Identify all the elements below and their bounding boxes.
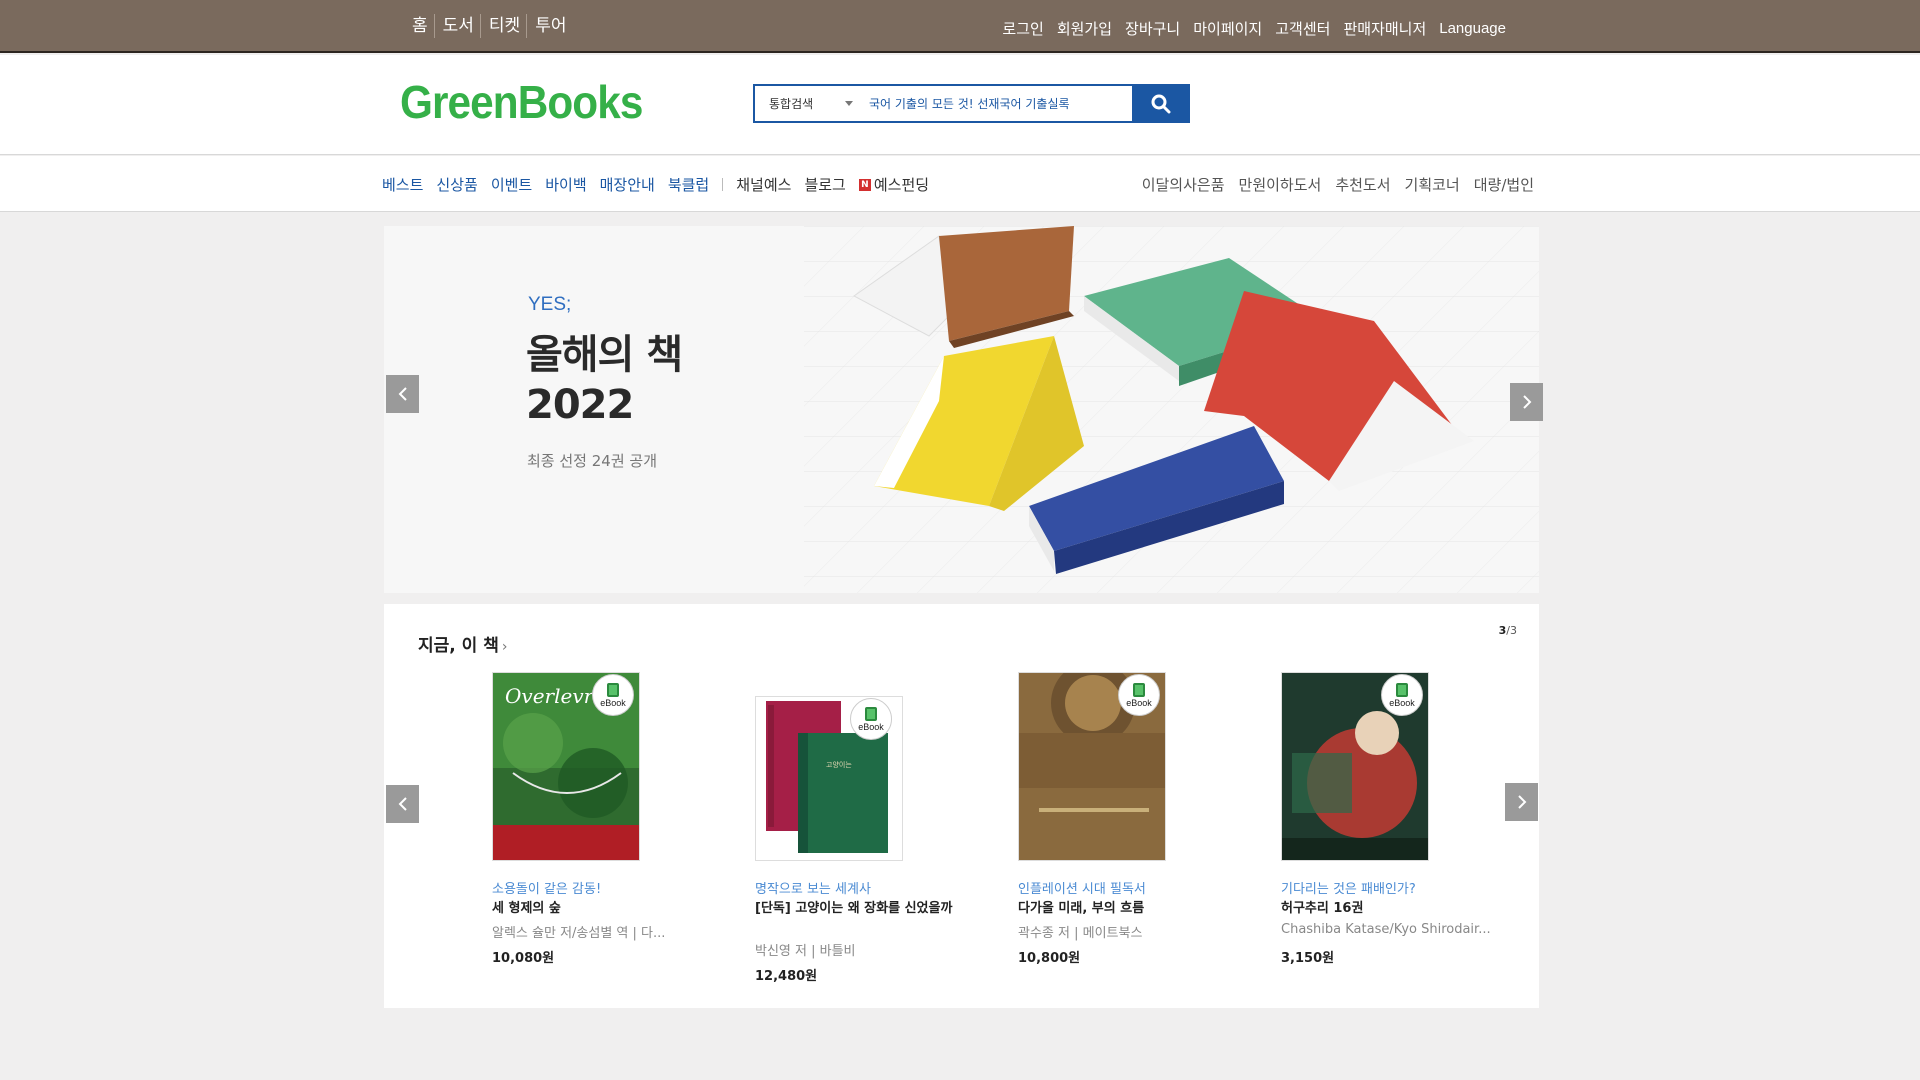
- svg-text:고양이는: 고양이는: [826, 760, 852, 769]
- chevron-right-icon: ›: [501, 639, 508, 655]
- ebook-badge: eBook: [1118, 674, 1160, 716]
- hero-banner[interactable]: YES; 올해의 책 2022 최종 선정 24권 공개: [384, 226, 1539, 593]
- ebook-icon: [865, 706, 877, 721]
- nav-store-info[interactable]: 매장안내: [600, 174, 655, 195]
- signup-link[interactable]: 회원가입: [1057, 19, 1112, 39]
- nav-yes-funding-label: 예스펀딩: [873, 176, 930, 194]
- svg-text:Overlevr: Overlevr: [505, 684, 595, 708]
- section-title[interactable]: 지금, 이 책 ›: [418, 631, 507, 656]
- language-link[interactable]: Language: [1439, 19, 1506, 39]
- seller-manager-link[interactable]: 판매자매니저: [1343, 19, 1426, 39]
- nav-primary: 베스트 신상품 이벤트 바이백 매장안내 북클럽 채널예스 블로그 N 예스펀딩: [382, 174, 929, 195]
- nav-recommended[interactable]: 추천도서: [1335, 174, 1390, 195]
- nav-under-10000[interactable]: 만원이하도서: [1239, 174, 1322, 195]
- nav-new[interactable]: 신상품: [436, 174, 477, 195]
- book-price: 10,080원: [492, 951, 555, 966]
- chevron-left-icon: [398, 387, 407, 401]
- header: GreenBooks 통합검색: [0, 55, 1920, 155]
- banner-next-button[interactable]: [1510, 383, 1543, 421]
- customer-center-link[interactable]: 고객센터: [1275, 19, 1330, 39]
- funding-icon: N: [858, 178, 871, 191]
- book-tagline[interactable]: 소용돌이 같은 감동!: [492, 878, 601, 897]
- nav-yes-funding[interactable]: N 예스펀딩: [858, 174, 930, 195]
- top-utility-bar: 홈 도서 티켓 투어 로그인 회원가입 장바구니 마이페이지 고객센터 판매자매…: [0, 0, 1920, 53]
- banner-title-line2: 2022: [526, 382, 634, 428]
- ebook-icon: [1396, 682, 1408, 697]
- book-tagline[interactable]: 명작으로 보는 세계사: [755, 878, 871, 897]
- banner-prev-button[interactable]: [386, 375, 419, 413]
- ebook-badge: eBook: [1381, 674, 1423, 716]
- books-prev-button[interactable]: [386, 785, 419, 823]
- nav-secondary: 이달의사은품 만원이하도서 추천도서 기획코너 대량/법인: [1142, 174, 1534, 195]
- mypage-link[interactable]: 마이페이지: [1193, 19, 1262, 39]
- banner-title: 올해의 책 2022: [526, 330, 683, 430]
- pager-total: 3: [1510, 624, 1517, 637]
- ebook-icon: [607, 682, 619, 697]
- book-title[interactable]: [단독] 고양이는 왜 장화를 신었을까: [755, 900, 960, 918]
- service-links: 홈 도서 티켓 투어: [412, 14, 572, 38]
- pager-current: 3: [1498, 624, 1507, 637]
- book-author: 알렉스 슐만 저/송섬별 역 | 다...: [492, 926, 666, 941]
- nav-bookclub[interactable]: 북클럽: [668, 174, 709, 195]
- search-button[interactable]: [1132, 84, 1190, 123]
- book-title[interactable]: 허구추리 16권: [1281, 900, 1486, 918]
- banner-brand: YES;: [528, 294, 572, 315]
- search-bar: 통합검색: [753, 84, 1190, 123]
- search-category-label: 통합검색: [769, 97, 814, 111]
- nav-bulk-corporate[interactable]: 대량/법인: [1474, 174, 1534, 195]
- nav-special-corner[interactable]: 기획코너: [1405, 174, 1460, 195]
- ebook-badge: eBook: [592, 674, 634, 716]
- chevron-right-icon: [1517, 795, 1526, 809]
- login-link[interactable]: 로그인: [1002, 19, 1043, 39]
- chevron-right-icon: [1522, 395, 1531, 409]
- ebook-badge: eBook: [850, 698, 892, 740]
- ebook-icon: [1133, 682, 1145, 697]
- service-link-tour[interactable]: 투어: [535, 14, 572, 38]
- search-input[interactable]: [865, 86, 1132, 121]
- book-price: 3,150원: [1281, 951, 1335, 966]
- main-nav: 베스트 신상품 이벤트 바이백 매장안내 북클럽 채널예스 블로그 N 예스펀딩…: [0, 156, 1920, 212]
- service-link-ticket[interactable]: 티켓: [489, 14, 528, 38]
- chevron-down-icon: [845, 101, 853, 106]
- book-author: 박신영 저 | 바틀비: [755, 944, 856, 959]
- search-category-select[interactable]: 통합검색: [755, 86, 865, 121]
- nav-buyback[interactable]: 바이백: [545, 174, 586, 195]
- book-tagline[interactable]: 인플레이션 시대 필독서: [1018, 878, 1146, 897]
- cart-link[interactable]: 장바구니: [1125, 19, 1180, 39]
- site-logo[interactable]: GreenBooks: [400, 75, 643, 129]
- account-links: 로그인 회원가입 장바구니 마이페이지 고객센터 판매자매니저 Language: [1002, 19, 1506, 39]
- book-author: 곽수종 저 | 메이트북스: [1018, 926, 1143, 941]
- books-next-button[interactable]: [1505, 783, 1538, 821]
- nav-blog[interactable]: 블로그: [804, 174, 845, 195]
- chevron-left-icon: [398, 797, 407, 811]
- book-price: 10,800원: [1018, 951, 1081, 966]
- nav-monthly-gifts[interactable]: 이달의사은품: [1142, 174, 1225, 195]
- book-title[interactable]: 다가올 미래, 부의 흐름: [1018, 900, 1223, 918]
- book-author: Chashiba Katase/Kyo Shirodair...: [1281, 922, 1491, 937]
- book-tagline[interactable]: 기다리는 것은 패배인가?: [1281, 878, 1416, 897]
- book-price: 12,480원: [755, 969, 818, 984]
- service-link-books[interactable]: 도서: [443, 14, 481, 38]
- section-title-label: 지금, 이 책: [418, 636, 499, 656]
- now-this-book-section: 지금, 이 책 › 3/3 Overlevr eBook 소용돌이 같은 감동! …: [384, 604, 1539, 1008]
- book-title[interactable]: 세 형제의 숲: [492, 900, 697, 918]
- nav-channel-yes[interactable]: 채널예스: [736, 174, 791, 195]
- banner-subtitle: 최종 선정 24권 공개: [527, 452, 657, 470]
- nav-event[interactable]: 이벤트: [491, 174, 532, 195]
- banner-title-line1: 올해의 책: [526, 332, 683, 378]
- nav-best[interactable]: 베스트: [382, 174, 423, 195]
- section-pager: 3/3: [1498, 624, 1517, 637]
- search-icon: [1151, 94, 1171, 113]
- service-link-home[interactable]: 홈: [412, 14, 435, 38]
- nav-divider: [722, 178, 724, 191]
